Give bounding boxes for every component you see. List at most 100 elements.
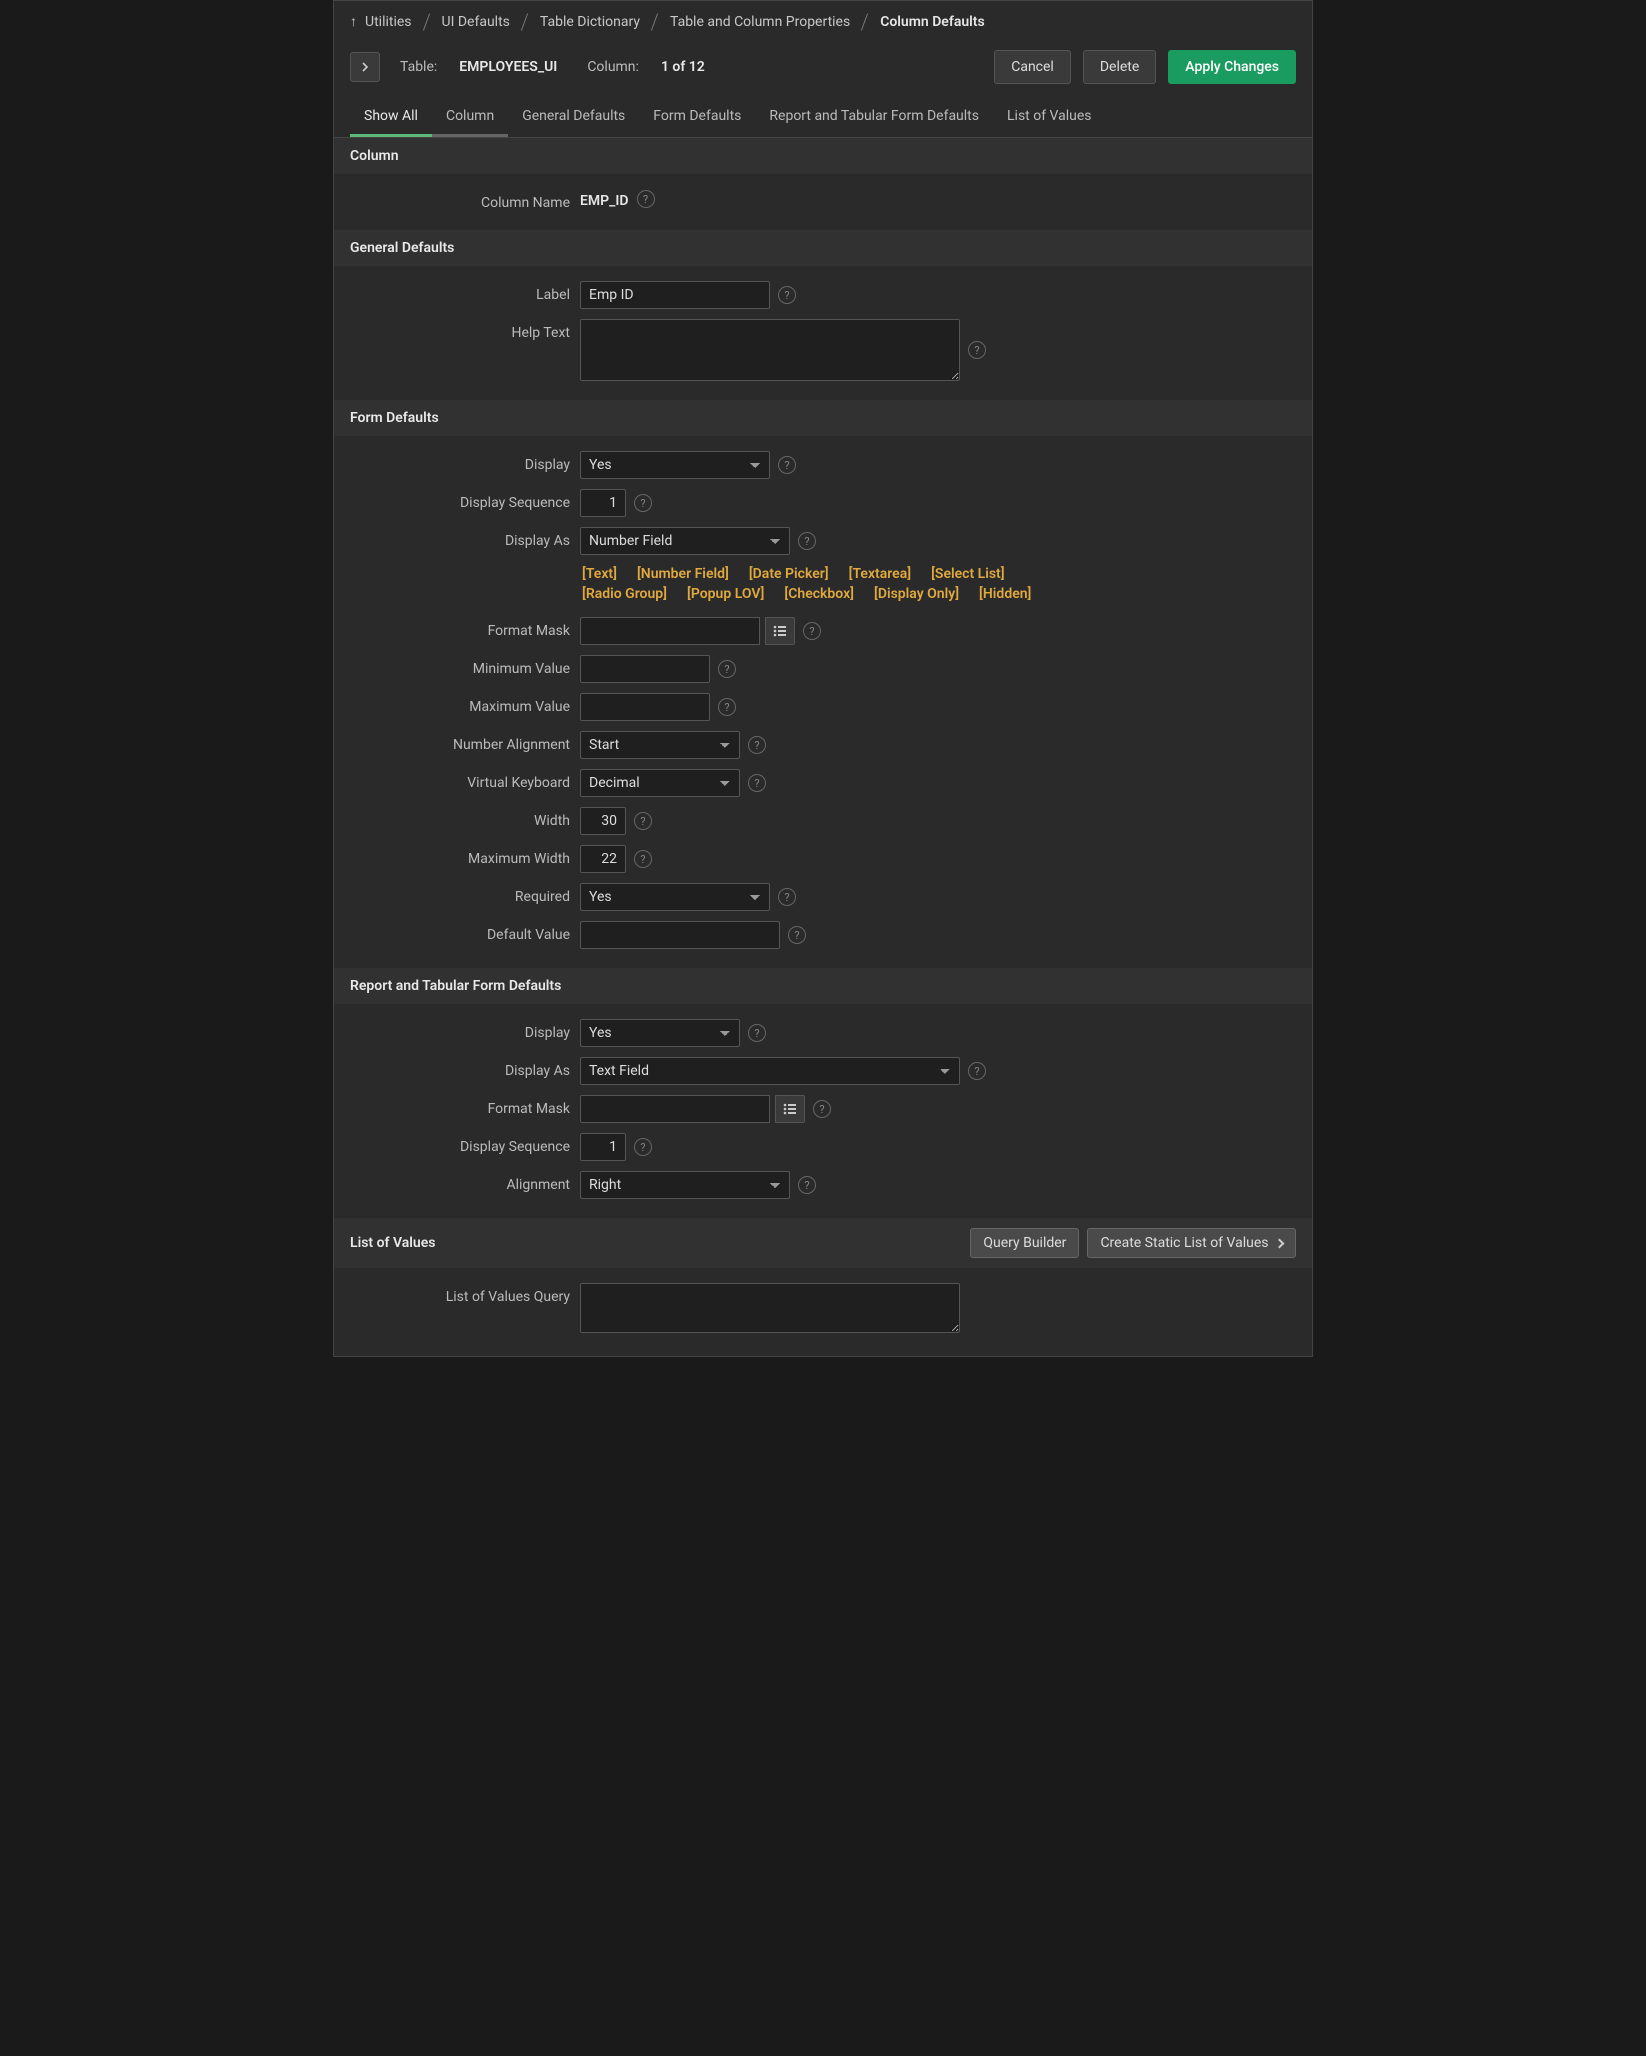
ql-number-field[interactable]: [Number Field] [637,566,729,582]
format-mask-picker-button[interactable] [775,1095,805,1123]
help-icon[interactable]: ? [778,456,796,474]
tab-general-defaults[interactable]: General Defaults [508,100,639,137]
report-align-lbl: Alignment [350,1171,570,1193]
form-seq-lbl: Display Sequence [350,489,570,511]
column-label: Column: [587,59,639,75]
form-mask-input[interactable] [580,617,760,645]
delete-button[interactable]: Delete [1083,50,1156,84]
form-vk-select[interactable]: Decimal [580,769,740,797]
tab-form-defaults[interactable]: Form Defaults [639,100,755,137]
help-icon[interactable]: ? [748,1024,766,1042]
form-def-input[interactable] [580,921,780,949]
ql-popup-lov[interactable]: [Popup LOV] [687,586,764,602]
crumb-sep-icon [648,15,662,29]
create-static-lov-button[interactable]: Create Static List of Values [1087,1228,1296,1258]
help-text-input[interactable] [580,319,960,381]
column-name-label: Column Name [350,189,570,211]
form-max-lbl: Maximum Value [350,693,570,715]
report-mask-input[interactable] [580,1095,770,1123]
next-column-button[interactable] [350,52,380,82]
form-min-input[interactable] [580,655,710,683]
section-form-head: Form Defaults [334,400,1312,436]
crumb-tabledict[interactable]: Table Dictionary [540,14,640,30]
help-icon[interactable]: ? [634,850,652,868]
tab-column[interactable]: Column [432,100,508,137]
form-mask-lbl: Format Mask [350,617,570,639]
help-icon[interactable]: ? [798,532,816,550]
crumb-uidefaults[interactable]: UI Defaults [442,14,510,30]
form-display-lbl: Display [350,451,570,473]
section-column-head: Column [334,138,1312,174]
format-mask-picker-button[interactable] [765,617,795,645]
column-name-value: EMP_ID [580,189,629,209]
report-seq-lbl: Display Sequence [350,1133,570,1155]
breadcrumb: ↑ Utilities UI Defaults Table Dictionary… [334,1,1312,42]
help-icon[interactable]: ? [788,926,806,944]
tab-report-defaults[interactable]: Report and Tabular Form Defaults [755,100,993,137]
help-icon[interactable]: ? [718,698,736,716]
help-icon[interactable]: ? [634,1138,652,1156]
report-displayas-select[interactable]: Text Field [580,1057,960,1085]
lov-query-input[interactable] [580,1283,960,1333]
query-builder-button[interactable]: Query Builder [970,1228,1079,1258]
ql-radio-group[interactable]: [Radio Group] [582,586,667,602]
table-value: EMPLOYEES_UI [459,59,557,75]
help-icon[interactable]: ? [748,736,766,754]
form-width-input[interactable] [580,807,626,835]
tab-show-all[interactable]: Show All [350,100,432,137]
help-icon[interactable]: ? [778,888,796,906]
breadcrumb-up-icon[interactable]: ↑ [350,13,357,30]
form-seq-input[interactable] [580,489,626,517]
ql-select-list[interactable]: [Select List] [931,566,1005,582]
report-align-select[interactable]: Right [580,1171,790,1199]
list-icon [773,625,787,637]
help-icon[interactable]: ? [798,1176,816,1194]
form-req-select[interactable]: Yes [580,883,770,911]
chevron-right-icon [1275,1238,1285,1248]
label-input[interactable] [580,281,770,309]
form-display-select[interactable]: Yes [580,451,770,479]
help-icon[interactable]: ? [637,190,655,208]
form-maxw-input[interactable] [580,845,626,873]
crumb-utilities[interactable]: Utilities [365,14,412,30]
form-numalign-select[interactable]: Start [580,731,740,759]
crumb-sep-icon [858,15,872,29]
help-icon[interactable]: ? [634,494,652,512]
crumb-tablecolprops[interactable]: Table and Column Properties [670,14,850,30]
crumb-sep-icon [518,15,532,29]
report-seq-input[interactable] [580,1133,626,1161]
ql-date-picker[interactable]: [Date Picker] [749,566,829,582]
section-report-head: Report and Tabular Form Defaults [334,968,1312,1004]
cancel-button[interactable]: Cancel [994,50,1071,84]
form-def-lbl: Default Value [350,921,570,943]
ql-hidden[interactable]: [Hidden] [979,586,1031,602]
ql-text[interactable]: [Text] [582,566,617,582]
help-icon[interactable]: ? [813,1100,831,1118]
create-static-lov-label: Create Static List of Values [1100,1235,1268,1251]
ql-checkbox[interactable]: [Checkbox] [784,586,854,602]
help-icon[interactable]: ? [748,774,766,792]
help-icon[interactable]: ? [634,812,652,830]
form-numalign-lbl: Number Alignment [350,731,570,753]
tab-lov[interactable]: List of Values [993,100,1106,137]
crumb-current: Column Defaults [880,14,985,30]
form-max-input[interactable] [580,693,710,721]
report-display-select[interactable]: Yes [580,1019,740,1047]
ql-display-only[interactable]: [Display Only] [874,586,959,602]
displayas-quicklinks: [Text] [Number Field] [Date Picker] [Tex… [334,566,1034,602]
section-general-head: General Defaults [334,230,1312,266]
header-bar: Table: EMPLOYEES_UI Column: 1 of 12 Canc… [334,42,1312,100]
apply-changes-button[interactable]: Apply Changes [1168,50,1296,84]
list-icon [783,1103,797,1115]
help-icon[interactable]: ? [718,660,736,678]
help-icon[interactable]: ? [968,1062,986,1080]
crumb-sep-icon [420,15,434,29]
form-displayas-select[interactable]: Number Field [580,527,790,555]
help-icon[interactable]: ? [803,622,821,640]
help-icon[interactable]: ? [968,341,986,359]
help-icon[interactable]: ? [778,286,796,304]
ql-textarea[interactable]: [Textarea] [849,566,911,582]
help-text-lbl: Help Text [350,319,570,341]
label-lbl: Label [350,281,570,303]
form-displayas-lbl: Display As [350,527,570,549]
